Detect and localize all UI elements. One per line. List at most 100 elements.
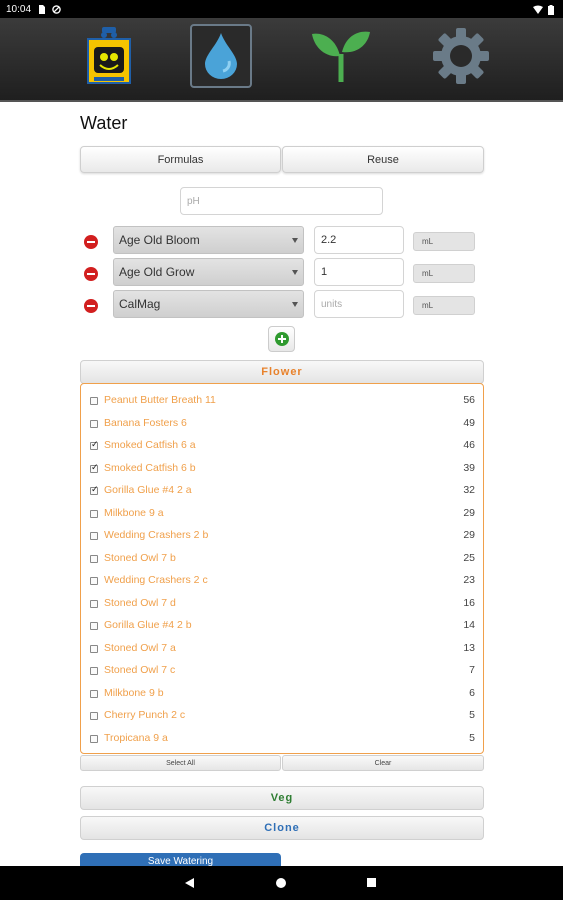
plant-checkbox[interactable]	[90, 532, 98, 540]
formulas-button[interactable]: Formulas	[80, 146, 281, 173]
veg-group-header[interactable]: Veg	[80, 786, 484, 810]
plant-name: Wedding Crashers 2 c	[104, 574, 208, 586]
nav-water-button[interactable]	[190, 24, 252, 88]
plant-checkbox[interactable]	[90, 462, 99, 473]
plant-checkbox[interactable]	[90, 622, 98, 630]
plant-count: 5	[469, 731, 475, 744]
plant-count: 56	[463, 394, 475, 406]
plant-list-item[interactable]: Gorilla Glue #4 2 a 32	[81, 480, 483, 502]
plant-count: 5	[469, 709, 475, 721]
nutrient-select-value: Age Old Bloom	[119, 233, 200, 247]
plant-list-item[interactable]: Wedding Crashers 2 b 29	[81, 525, 483, 547]
nutrient-select[interactable]: Age Old Grow	[113, 258, 304, 286]
back-icon[interactable]	[185, 878, 194, 888]
plant-count: 13	[463, 641, 475, 654]
flower-group-header[interactable]: Flower	[80, 360, 484, 384]
select-all-button[interactable]: Select All	[80, 755, 281, 771]
plant-checkbox[interactable]	[90, 484, 99, 495]
plant-list-item[interactable]: Peanut Butter Breath 11 56	[81, 390, 483, 412]
nutrient-unit-select[interactable]: mL	[413, 296, 475, 315]
home-icon[interactable]	[276, 878, 286, 888]
top-nav-bar	[0, 18, 563, 102]
dropdown-caret-icon	[292, 270, 298, 275]
remove-nutrient-button[interactable]	[84, 267, 98, 281]
plant-name: Milkbone 9 a	[104, 506, 164, 519]
nav-plants-button[interactable]	[310, 24, 372, 88]
plant-list-item[interactable]: Cherry Punch 2 c 5	[81, 705, 483, 727]
plant-count: 49	[463, 416, 475, 429]
plant-checkbox[interactable]	[90, 689, 98, 698]
plant-name: Tropicana 9 a	[104, 731, 168, 744]
plant-name: Smoked Catfish 6 b	[104, 461, 196, 474]
blocked-icon	[52, 4, 61, 14]
nutrient-unit-select[interactable]: mL	[413, 264, 475, 283]
plant-checkbox[interactable]	[90, 712, 98, 720]
add-nutrient-button[interactable]	[268, 326, 295, 352]
nutrient-select[interactable]: Age Old Bloom	[113, 226, 304, 254]
plant-list-item[interactable]: Gorilla Glue #4 2 b 14	[81, 615, 483, 637]
nav-settings-button[interactable]	[430, 24, 492, 88]
plant-name: Stoned Owl 7 d	[104, 596, 176, 609]
ph-input[interactable]: pH	[180, 187, 383, 215]
plant-checkbox[interactable]	[90, 577, 98, 585]
system-nav-bar	[0, 866, 563, 900]
plant-list-item[interactable]: Stoned Owl 7 c 7	[81, 660, 483, 682]
plant-list-item[interactable]: Stoned Owl 7 a 13	[81, 638, 483, 660]
plant-count: 16	[463, 596, 475, 609]
sprout-icon	[312, 31, 370, 82]
nutrient-unit-select[interactable]: mL	[413, 232, 475, 251]
plus-circle-icon	[274, 332, 289, 346]
plant-list-item[interactable]: Wedding Crashers 2 c 23	[81, 570, 483, 592]
plant-list-item[interactable]: Milkbone 9 a 29	[81, 503, 483, 525]
plant-list-item[interactable]: Smoked Catfish 6 b 39	[81, 458, 483, 480]
plant-count: 39	[463, 461, 475, 474]
plant-name: Stoned Owl 7 b	[104, 551, 176, 564]
gear-icon	[433, 28, 489, 84]
battery-icon	[548, 4, 557, 15]
plant-name: Peanut Butter Breath 11	[104, 394, 216, 406]
nutrient-amount-input[interactable]: 1	[314, 258, 404, 286]
recent-apps-icon[interactable]	[367, 878, 376, 887]
plant-name: Gorilla Glue #4 2 a	[104, 484, 192, 496]
plant-count: 29	[463, 506, 475, 519]
plant-list-item[interactable]: Smoked Catfish 6 a 46	[81, 435, 483, 457]
dropdown-caret-icon	[292, 238, 298, 243]
nav-robot-button[interactable]	[78, 24, 140, 88]
nutrient-select-value: Age Old Grow	[119, 265, 195, 279]
plant-checkbox[interactable]	[90, 734, 98, 743]
nutrient-amount-input[interactable]: 2.2	[314, 226, 404, 254]
plant-list-item[interactable]: Tropicana 9 a 5	[81, 728, 483, 750]
plant-checkbox[interactable]	[90, 599, 98, 608]
plant-checkbox[interactable]	[90, 419, 98, 428]
clear-button[interactable]: Clear	[282, 755, 484, 771]
plant-count: 25	[463, 551, 475, 564]
nutrient-select[interactable]: CalMag	[113, 290, 304, 318]
plant-count: 14	[463, 619, 475, 631]
plant-name: Smoked Catfish 6 a	[104, 439, 196, 451]
plant-checkbox[interactable]	[90, 644, 98, 653]
remove-nutrient-button[interactable]	[84, 235, 98, 249]
plant-name: Wedding Crashers 2 b	[104, 529, 209, 541]
water-drop-icon	[205, 33, 237, 79]
plant-name: Milkbone 9 b	[104, 686, 164, 699]
plant-list-item[interactable]: Banana Fosters 6 49	[81, 413, 483, 435]
plant-checkbox[interactable]	[90, 554, 98, 563]
clone-group-header[interactable]: Clone	[80, 816, 484, 840]
plant-count: 23	[463, 574, 475, 586]
plant-name: Gorilla Glue #4 2 b	[104, 619, 192, 631]
plant-checkbox[interactable]	[90, 439, 99, 450]
plant-list-item[interactable]: Stoned Owl 7 d 16	[81, 593, 483, 615]
nutrient-amount-input[interactable]: units	[314, 290, 404, 318]
plant-checkbox[interactable]	[90, 667, 98, 675]
plant-checkbox[interactable]	[90, 509, 98, 518]
plant-list-item[interactable]: Stoned Owl 7 b 25	[81, 548, 483, 570]
status-time: 10:04	[6, 3, 32, 15]
sim-card-icon	[37, 4, 46, 14]
plant-count: 7	[469, 664, 475, 676]
plant-list-item[interactable]: Milkbone 9 b 6	[81, 683, 483, 705]
plant-checkbox[interactable]	[90, 397, 98, 405]
reuse-button[interactable]: Reuse	[282, 146, 484, 173]
plant-name: Stoned Owl 7 c	[104, 664, 176, 676]
plant-count: 6	[469, 686, 475, 699]
remove-nutrient-button[interactable]	[84, 299, 98, 313]
